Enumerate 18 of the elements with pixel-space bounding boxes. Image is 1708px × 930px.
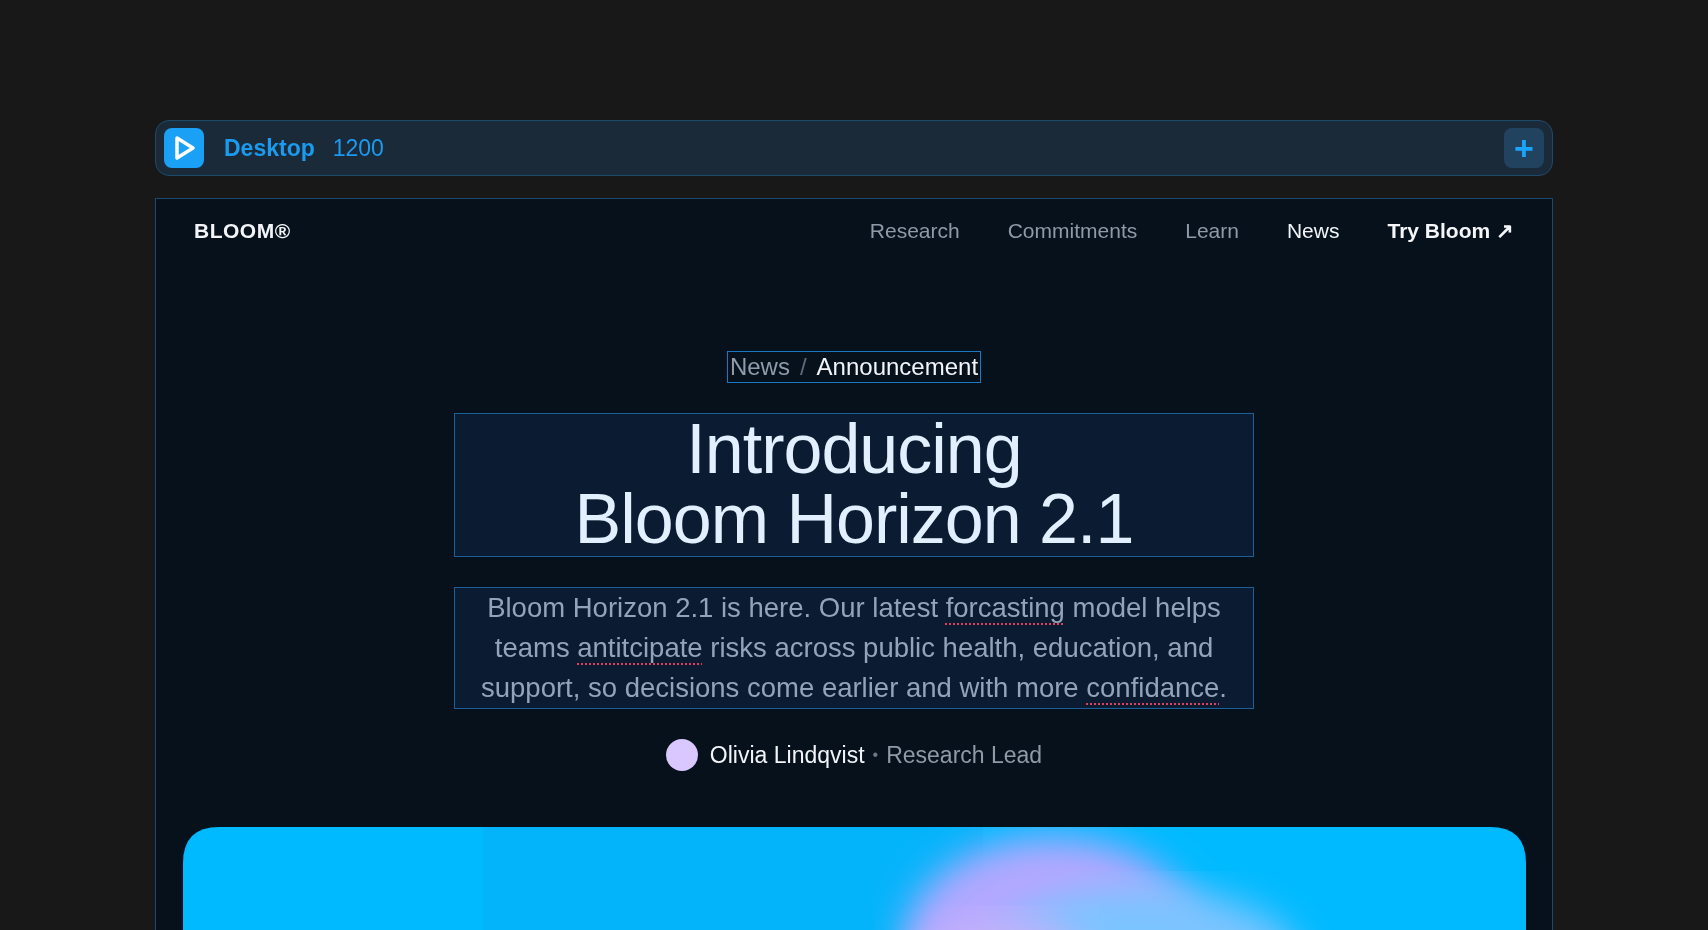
headline: Introducing Bloom Horizon 2.1 — [454, 413, 1254, 557]
device-label: Desktop — [224, 134, 315, 162]
separator-dot: • — [872, 746, 879, 764]
play-icon[interactable] — [164, 128, 204, 168]
try-link[interactable]: Try Bloom ↗ — [1387, 219, 1514, 243]
breadcrumb-link[interactable]: Announcement — [816, 353, 979, 381]
intro-paragraph: Bloom Horizon 2.1 is here. Our latest forcasting model helps teams antitcipate risks across public health, education, and support, so decisions come earlier and with more confidance. — [454, 587, 1254, 709]
nav-link[interactable]: News — [1286, 219, 1340, 243]
breadcrumb-link[interactable]: News — [729, 353, 790, 381]
add-button[interactable]: + — [1504, 128, 1544, 168]
logo[interactable]: BLOOM® — [194, 219, 291, 243]
nav-link[interactable]: Research — [869, 219, 960, 243]
author-role: Research Lead — [886, 741, 1043, 769]
author-name: Olivia Lindqvist — [709, 741, 865, 769]
breadcrumb-separator: / — [799, 353, 807, 381]
width-label: 1200 — [332, 134, 384, 162]
nav-link[interactable]: Learn — [1185, 219, 1239, 243]
nav-link[interactable]: Commitments — [1007, 219, 1138, 243]
